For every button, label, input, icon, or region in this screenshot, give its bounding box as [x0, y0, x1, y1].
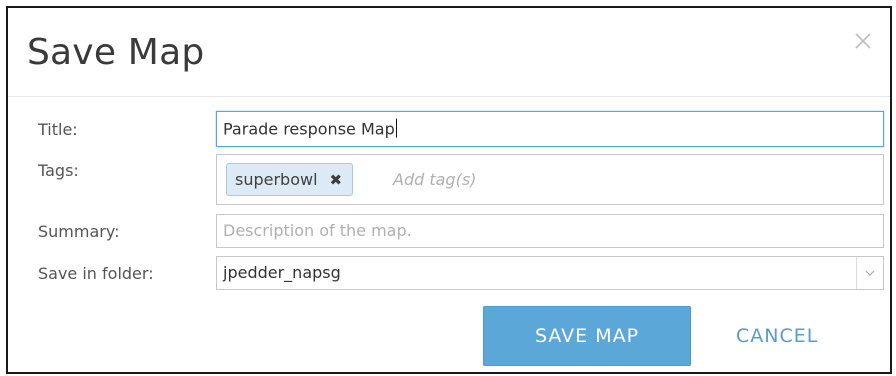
summary-label: Summary:	[38, 222, 120, 241]
tags-input[interactable]: superbowl ✖ Add tag(s)	[216, 154, 884, 205]
dialog-title: Save Map	[27, 32, 205, 73]
title-input-value: Parade response Map	[223, 118, 397, 139]
text-caret	[395, 118, 397, 138]
summary-placeholder: Description of the map.	[223, 221, 412, 241]
title-input[interactable]: Parade response Map	[216, 111, 884, 147]
tag-entry-placeholder[interactable]: Add tag(s)	[393, 170, 476, 189]
close-x-icon[interactable]: ✖	[330, 171, 343, 189]
chevron-down-icon[interactable]	[856, 257, 883, 289]
close-icon[interactable]	[852, 30, 874, 52]
title-label: Title:	[38, 120, 78, 139]
tag-chip: superbowl ✖	[226, 163, 354, 196]
folder-label: Save in folder:	[38, 264, 154, 283]
save-map-dialog: Save Map Title: Parade response Map Tags…	[6, 6, 892, 374]
header-divider	[8, 96, 890, 97]
summary-input[interactable]: Description of the map.	[216, 214, 884, 248]
cancel-button[interactable]: CANCEL	[736, 320, 818, 352]
tags-label: Tags:	[38, 161, 79, 180]
folder-select-value: jpedder_napsg	[223, 263, 341, 283]
save-map-button[interactable]: SAVE MAP	[483, 306, 691, 366]
folder-select[interactable]: jpedder_napsg	[216, 256, 884, 290]
tag-chip-label: superbowl	[235, 170, 318, 189]
